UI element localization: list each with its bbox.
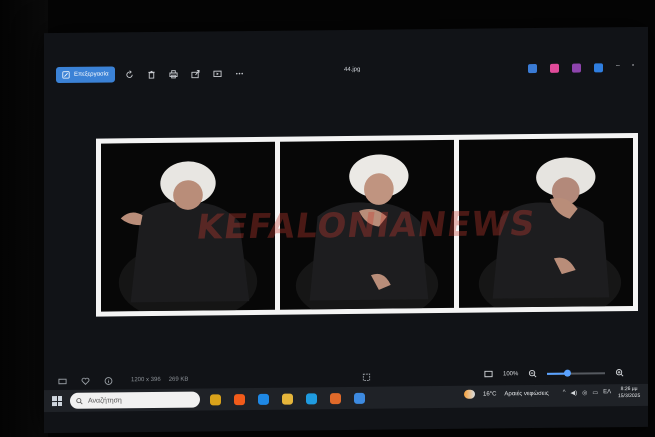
- image-dimensions: 1200 x 396: [131, 376, 161, 384]
- taskbar-app-icon-1[interactable]: [210, 393, 221, 405]
- photo-panel-3: [459, 137, 633, 308]
- seated-man-photo-2: [280, 140, 454, 310]
- taskbar-search-input[interactable]: Αναζήτηση: [70, 391, 200, 409]
- room-background: [0, 0, 48, 437]
- info-icon[interactable]: [104, 376, 113, 385]
- battery-icon[interactable]: ▭: [592, 389, 598, 396]
- photo-panel-1: [101, 141, 275, 312]
- zoom-out-icon[interactable]: [528, 369, 537, 378]
- app-shortcuts: [528, 63, 603, 74]
- delete-icon[interactable]: [147, 69, 156, 79]
- edit-button[interactable]: Επεξεργασία: [56, 66, 115, 84]
- taskbar-app-icon-5[interactable]: [306, 392, 317, 404]
- filmstrip-icon[interactable]: [58, 376, 67, 385]
- rotate-icon[interactable]: [125, 69, 134, 79]
- seated-man-photo-1: [101, 142, 275, 312]
- network-icon[interactable]: ◎: [582, 389, 587, 396]
- print-icon[interactable]: [169, 69, 178, 78]
- taskbar-app-icon-6[interactable]: [330, 392, 341, 404]
- zoom-slider-thumb[interactable]: [564, 369, 572, 377]
- taskbar-app-icon-7[interactable]: [354, 392, 365, 404]
- app-shortcut-icon-2[interactable]: [550, 63, 559, 73]
- taskbar-app-icon-2[interactable]: [234, 393, 245, 405]
- share-icon[interactable]: [191, 69, 200, 78]
- language-indicator[interactable]: ΕΛ: [603, 389, 611, 396]
- file-size: 269 KB: [168, 376, 189, 383]
- system-tray: 16°C Αραιές νεφώσεις ^ ◀) ◎ ▭ ΕΛ: [464, 388, 611, 399]
- fit-to-window-icon[interactable]: [362, 373, 371, 382]
- windows-start-icon[interactable]: [52, 395, 62, 407]
- search-icon: [76, 397, 83, 404]
- zoom-in-icon[interactable]: [615, 368, 624, 377]
- favorite-heart-icon[interactable]: [81, 376, 90, 385]
- photo-collage: KEFALONIANEWS: [96, 132, 638, 317]
- photos-app-window: Επεξεργασία 44.jpg – ▫ KEFALONIANEWS 120…: [44, 26, 648, 434]
- weather-temperature[interactable]: 16°C: [483, 391, 496, 397]
- aspect-icon[interactable]: [484, 369, 493, 378]
- app-shortcut-icon-3[interactable]: [572, 63, 581, 73]
- taskbar-app-icon-3[interactable]: [258, 393, 269, 405]
- clock-date: 15/3/2025: [618, 392, 641, 400]
- chevron-up-icon[interactable]: ^: [563, 390, 566, 397]
- edit-button-label: Επεξεργασία: [74, 71, 109, 78]
- weather-icon[interactable]: [464, 389, 475, 399]
- title-bar: Επεξεργασία 44.jpg – ▫: [44, 55, 648, 89]
- photo-panel-2: [280, 139, 454, 310]
- zoom-level[interactable]: 100%: [503, 371, 518, 377]
- minimize-button[interactable]: –: [616, 62, 620, 69]
- slideshow-icon[interactable]: [213, 69, 222, 78]
- file-name: 44.jpg: [344, 66, 361, 74]
- seated-man-photo-3: [459, 138, 633, 308]
- app-shortcut-icon-1[interactable]: [528, 63, 537, 74]
- volume-icon[interactable]: ◀): [571, 390, 578, 397]
- taskbar-apps: [210, 392, 365, 405]
- more-icon[interactable]: [235, 69, 244, 78]
- maximize-button[interactable]: ▫: [632, 62, 634, 69]
- zoom-slider[interactable]: [547, 369, 606, 377]
- weather-description[interactable]: Αραιές νεφώσεις: [504, 390, 548, 396]
- taskbar-clock[interactable]: 8:26 μμ 15/3/2025: [618, 386, 640, 400]
- search-placeholder: Αναζήτηση: [88, 396, 122, 405]
- taskbar-app-icon-4[interactable]: [282, 393, 293, 405]
- edit-icon: [62, 71, 70, 79]
- app-shortcut-icon-4[interactable]: [594, 63, 603, 73]
